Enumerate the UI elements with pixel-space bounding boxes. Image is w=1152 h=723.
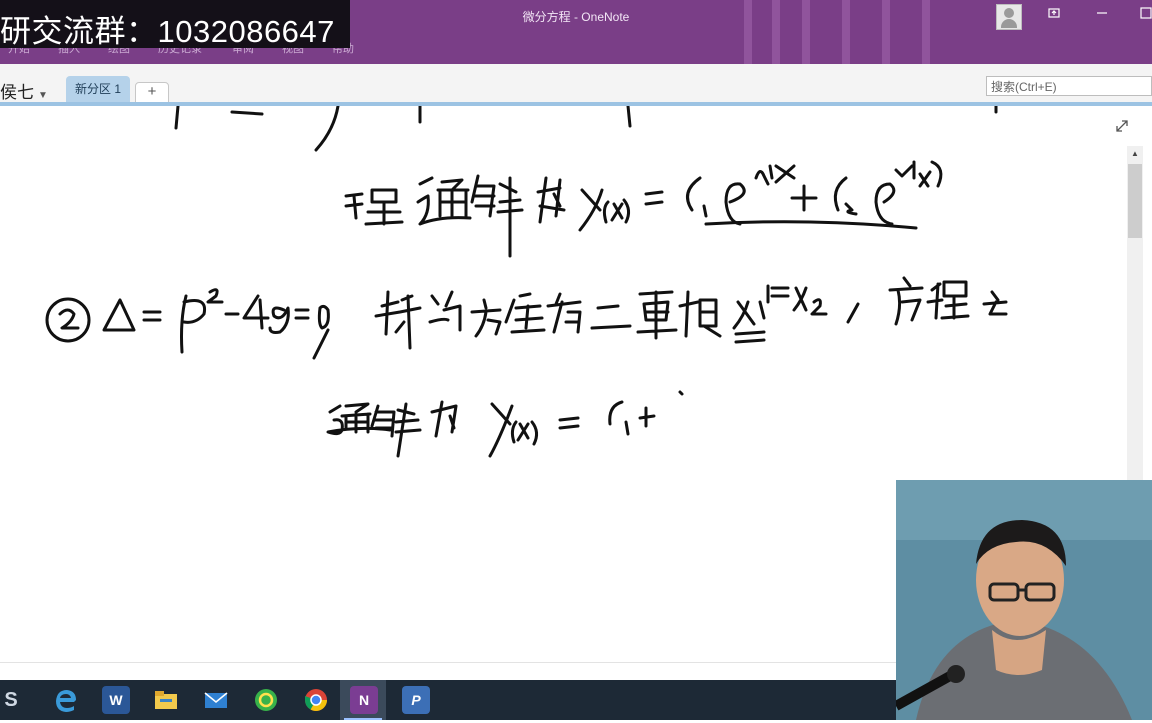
title-bar: 微分方程 - OneNote 开始 插入 绘图 历史记录 审阅 视图 帮助 研交… <box>0 0 1152 64</box>
restore-window-icon[interactable] <box>1044 6 1064 26</box>
onenote-icon[interactable]: N <box>350 686 378 714</box>
webcam-video <box>896 480 1152 720</box>
maximize-icon[interactable] <box>1136 6 1152 26</box>
notebook-name: 侯七 <box>0 83 34 102</box>
word-icon[interactable]: W <box>102 686 130 714</box>
page-bottom-divider <box>0 662 900 663</box>
mail-icon[interactable] <box>202 686 230 714</box>
360-browser-icon[interactable] <box>252 686 280 714</box>
chevron-down-icon: ▼ <box>38 90 48 101</box>
tab-section-1[interactable]: 新分区 1 <box>66 76 130 102</box>
user-avatar-icon[interactable] <box>996 4 1022 30</box>
scroll-up-arrow-icon[interactable]: ▲ <box>1127 146 1143 162</box>
section-tab-bar: 侯七 ▼ 新分区 1 + 搜索(Ctrl+E) <box>0 64 1152 104</box>
overlay-banner: 研交流群：1032086647 <box>0 0 350 49</box>
file-explorer-icon[interactable] <box>152 686 180 714</box>
add-section-button[interactable]: + <box>135 82 169 104</box>
search-input[interactable]: 搜索(Ctrl+E) <box>986 76 1152 96</box>
powerpoint-icon[interactable]: P <box>402 686 430 714</box>
scrollbar-thumb[interactable] <box>1128 164 1142 238</box>
notebook-selector[interactable]: 侯七 ▼ <box>0 78 48 103</box>
overlay-text: 研交流群：1032086647 <box>0 14 335 49</box>
expand-page-icon[interactable] <box>1114 118 1130 134</box>
minimize-icon[interactable] <box>1092 6 1112 26</box>
start-icon[interactable]: S <box>0 686 22 714</box>
chrome-icon[interactable] <box>302 686 330 714</box>
edge-icon[interactable] <box>52 686 80 714</box>
